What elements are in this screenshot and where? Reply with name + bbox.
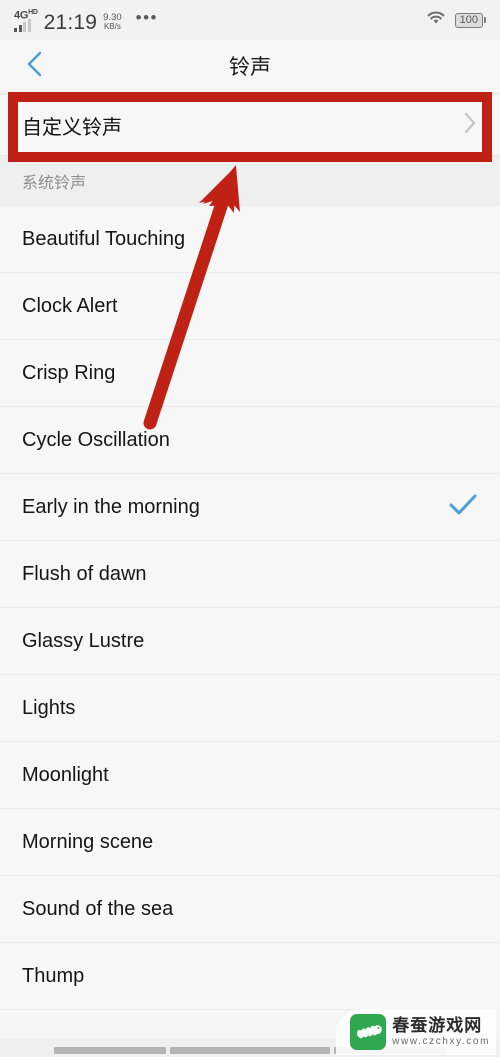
nav-back-icon[interactable]	[54, 1047, 166, 1054]
status-overflow-icon: •••	[135, 8, 159, 28]
checkmark-icon	[448, 493, 478, 522]
battery-indicator: 100	[454, 12, 486, 28]
cellular-signal-indicator: 4GHD	[14, 8, 38, 33]
chevron-right-icon	[462, 110, 478, 141]
network-speed-indicator: 9.30 KB/s	[103, 13, 122, 32]
wifi-icon	[425, 9, 447, 31]
ringtone-row[interactable]: Cycle Oscillation	[0, 407, 500, 474]
network-speed-unit: KB/s	[103, 22, 121, 32]
ringtone-row[interactable]: Clock Alert	[0, 273, 500, 340]
ringtone-name-label: Cycle Oscillation	[22, 428, 170, 451]
app-header: 铃声	[0, 40, 500, 92]
ringtone-name-label: Thump	[22, 964, 85, 987]
ringtone-name-label: Early in the morning	[22, 495, 200, 518]
network-type-label: 4GHD	[14, 8, 38, 22]
battery-level-label: 100	[454, 12, 483, 28]
watermark-title: 春蚕游戏网	[392, 1016, 483, 1035]
network-speed-value: 9.30	[103, 11, 122, 23]
ringtone-row[interactable]: Crisp Ring	[0, 340, 500, 407]
ringtone-name-label: Flush of dawn	[22, 562, 147, 585]
phone-screen: 4GHD 21:19 9.30 KB/s ••• 100 铃声 自定义铃声 系统…	[0, 0, 500, 1057]
status-bar-right: 100	[425, 9, 486, 31]
custom-ringtone-section: 自定义铃声	[0, 92, 500, 156]
ringtone-row[interactable]: Moonlight	[0, 742, 500, 809]
ringtone-name-label: Beautiful Touching	[22, 227, 186, 250]
ringtone-list: Beautiful Touching Clock Alert Crisp Ring C…	[0, 206, 500, 1010]
battery-cap-icon	[484, 17, 486, 23]
status-bar: 4GHD 21:19 9.30 KB/s ••• 100	[0, 0, 500, 40]
ringtone-name-label: Lights	[22, 696, 76, 719]
ringtone-row[interactable]: Flush of dawn	[0, 541, 500, 608]
ringtone-row[interactable]: Lights	[0, 675, 500, 742]
ringtone-row[interactable]: Thump	[0, 943, 500, 1010]
ringtone-row[interactable]: Beautiful Touching	[0, 206, 500, 273]
ringtone-name-label: Crisp Ring	[22, 361, 116, 384]
custom-ringtone-row[interactable]: 自定义铃声	[0, 94, 500, 156]
signal-bars-icon	[14, 19, 31, 33]
ringtone-name-label: Sound of the sea	[22, 897, 174, 920]
back-chevron-icon	[25, 49, 45, 84]
ringtone-row[interactable]: Morning scene	[0, 809, 500, 876]
ringtone-name-label: Clock Alert	[22, 294, 118, 317]
back-button[interactable]	[18, 49, 52, 83]
watermark-text: 春蚕游戏网 www.czchxy.com	[392, 1017, 490, 1047]
ringtone-name-label: Morning scene	[22, 830, 154, 853]
system-ringtones-section-header: 系统铃声	[0, 156, 500, 206]
silkworm-logo-icon	[350, 1014, 387, 1050]
custom-ringtone-label: 自定义铃声	[22, 116, 122, 139]
watermark-url: www.czchxy.com	[392, 1036, 490, 1047]
status-bar-clock: 21:19	[43, 11, 98, 35]
nav-home-icon[interactable]	[170, 1047, 330, 1054]
ringtone-row[interactable]: Glassy Lustre	[0, 608, 500, 675]
page-title: 铃声	[229, 56, 271, 79]
ringtone-name-label: Moonlight	[22, 763, 109, 786]
status-bar-left: 4GHD 21:19 9.30 KB/s •••	[14, 8, 158, 33]
ringtone-row[interactable]: Early in the morning	[0, 474, 500, 541]
ringtone-row[interactable]: Sound of the sea	[0, 876, 500, 943]
site-watermark: 春蚕游戏网 www.czchxy.com	[336, 1009, 496, 1055]
ringtone-name-label: Glassy Lustre	[22, 629, 145, 652]
